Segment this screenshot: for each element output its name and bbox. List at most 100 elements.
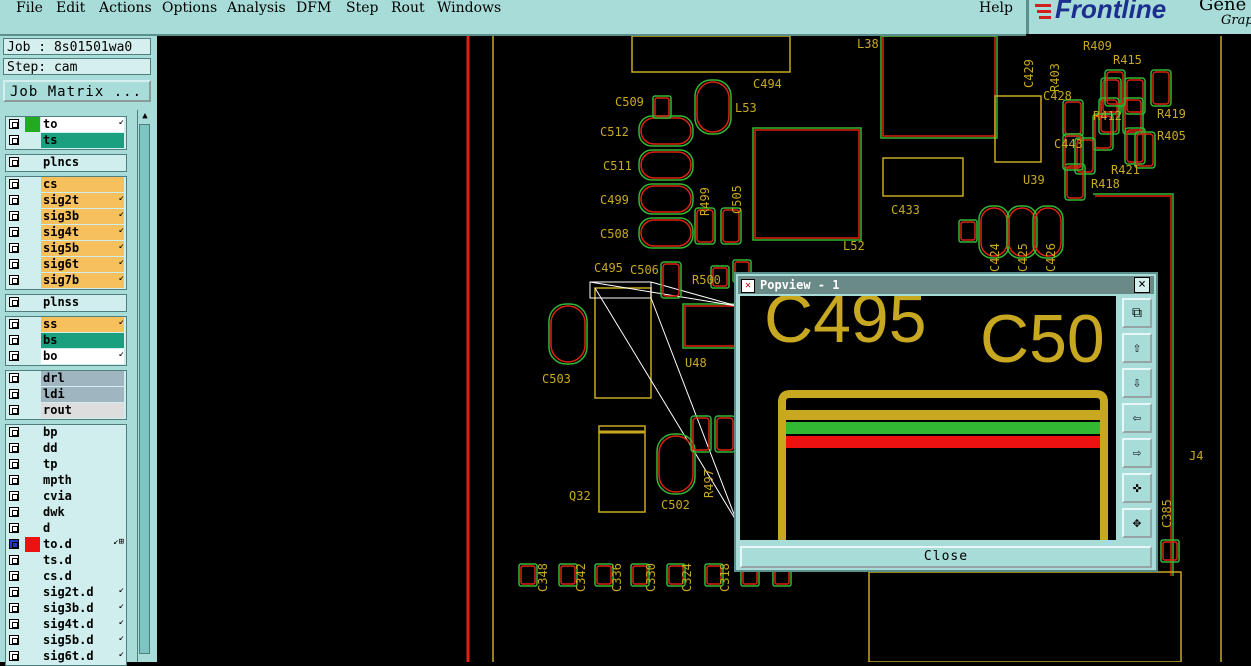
layer-name[interactable]: ts [41, 133, 124, 148]
close-icon[interactable]: × [1134, 277, 1150, 293]
layer-row-dd[interactable]: dd [6, 441, 126, 457]
layer-row-mpth[interactable]: mpth [6, 473, 126, 489]
layer-row-to[interactable]: to ↙ [6, 117, 126, 133]
zoom-out-icon[interactable]: ✥ [1122, 508, 1152, 538]
layer-row-sig2t[interactable]: sig2t ↙ [6, 193, 126, 209]
menu-dfm[interactable]: DFM [296, 0, 331, 16]
window-menu-icon[interactable]: ✕ [741, 279, 755, 293]
popview-zoom-view[interactable]: C495 C50 [740, 296, 1116, 540]
layer-name[interactable]: sig4t [41, 225, 124, 240]
layer-checkbox[interactable] [9, 351, 19, 361]
layer-name[interactable]: sig3b [41, 209, 124, 224]
layer-checkbox[interactable] [9, 227, 19, 237]
layer-row-plncs[interactable]: plncs [6, 155, 126, 171]
layer-row-dwk[interactable]: dwk [6, 505, 126, 521]
layer-name[interactable]: dwk [41, 505, 124, 520]
popview-window[interactable]: ✕ Popview - 1 × C495 C50 ⧉ ⇧ ⇩ ⇦ ⇨ ✜ ✥ C… [734, 272, 1158, 572]
layer-name[interactable]: sig5b [41, 241, 124, 256]
layer-checkbox[interactable] [9, 119, 19, 129]
layer-row-tp[interactable]: tp [6, 457, 126, 473]
layer-name[interactable]: bp [41, 425, 124, 440]
layer-checkbox[interactable] [9, 195, 19, 205]
layer-name[interactable]: to [41, 117, 124, 132]
layer-checkbox[interactable] [9, 539, 19, 549]
layer-name[interactable]: sig4t.d [41, 617, 124, 632]
layer-checkbox[interactable] [9, 603, 19, 613]
layer-checkbox[interactable] [9, 443, 19, 453]
layer-name[interactable]: ts.d [41, 553, 124, 568]
layer-name[interactable]: dd [41, 441, 124, 456]
scroll-thumb[interactable] [139, 124, 150, 654]
layer-row-ts.d[interactable]: ts.d [6, 553, 126, 569]
layer-row-cs[interactable]: cs [6, 177, 126, 193]
layer-row-ss[interactable]: ss ↙ [6, 317, 126, 333]
layer-color-swatch[interactable] [25, 537, 40, 552]
layer-name[interactable]: sig3b.d [41, 601, 124, 616]
layer-name[interactable]: cvia [41, 489, 124, 504]
layer-row-ts[interactable]: ts [6, 133, 126, 149]
layer-name[interactable]: sig5b.d [41, 633, 124, 648]
layer-checkbox[interactable] [9, 555, 19, 565]
layer-checkbox[interactable] [9, 475, 19, 485]
layer-row-rout[interactable]: rout [6, 403, 126, 419]
layer-name[interactable]: ldi [41, 387, 124, 402]
layer-row-sig5b[interactable]: sig5b ↙ [6, 241, 126, 257]
layer-name[interactable]: plncs [41, 155, 124, 170]
job-matrix-button[interactable]: Job Matrix ... [3, 80, 151, 102]
layer-row-to.d[interactable]: to.d ↙⊞ [6, 537, 126, 553]
zoom-in-icon[interactable]: ✜ [1122, 473, 1152, 503]
layer-checkbox[interactable] [9, 635, 19, 645]
menu-help[interactable]: Help [979, 0, 1013, 16]
layer-row-drl[interactable]: drl [6, 371, 126, 387]
layer-name[interactable]: drl [41, 371, 124, 386]
layer-checkbox[interactable] [9, 275, 19, 285]
layer-checkbox[interactable] [9, 243, 19, 253]
layer-checkbox[interactable] [9, 491, 19, 501]
layer-name[interactable]: tp [41, 457, 124, 472]
layer-name[interactable]: sig2t [41, 193, 124, 208]
layer-checkbox[interactable] [9, 523, 19, 533]
layer-row-bo[interactable]: bo ↙ [6, 349, 126, 365]
layer-row-sig6t[interactable]: sig6t ↙ [6, 257, 126, 273]
layer-row-bp[interactable]: bp [6, 425, 126, 441]
layer-checkbox[interactable] [9, 335, 19, 345]
layer-row-cvia[interactable]: cvia [6, 489, 126, 505]
menu-options[interactable]: Options [162, 0, 217, 16]
close-button[interactable]: Close [740, 546, 1152, 568]
layer-checkbox[interactable] [9, 319, 19, 329]
layer-checkbox[interactable] [9, 297, 19, 307]
pan-up-icon[interactable]: ⇧ [1122, 333, 1152, 363]
layer-checkbox[interactable] [9, 619, 19, 629]
layer-name[interactable]: cs.d [41, 569, 124, 584]
layer-name[interactable]: mpth [41, 473, 124, 488]
popview-titlebar[interactable]: ✕ Popview - 1 × [738, 276, 1154, 294]
layer-row-sig4t.d[interactable]: sig4t.d ↙ [6, 617, 126, 633]
layer-row-plnss[interactable]: plnss [6, 295, 126, 311]
layer-name[interactable]: bs [41, 333, 124, 348]
menu-rout[interactable]: Rout [391, 0, 425, 16]
layer-row-bs[interactable]: bs [6, 333, 126, 349]
layer-name[interactable]: sig6t [41, 257, 124, 272]
scroll-up-icon[interactable]: ▲ [139, 110, 151, 123]
layer-row-sig5b.d[interactable]: sig5b.d ↙ [6, 633, 126, 649]
layer-scrollbar[interactable]: ▲ [137, 110, 152, 662]
layer-name[interactable]: bo [41, 349, 124, 364]
menu-file[interactable]: File [16, 0, 43, 16]
layer-checkbox[interactable] [9, 373, 19, 383]
layer-name[interactable]: ss [41, 317, 124, 332]
menu-windows[interactable]: Windows [437, 0, 501, 16]
layer-checkbox[interactable] [9, 179, 19, 189]
menu-actions[interactable]: Actions [99, 0, 152, 16]
layer-checkbox[interactable] [9, 587, 19, 597]
layer-row-ldi[interactable]: ldi [6, 387, 126, 403]
layer-checkbox[interactable] [9, 405, 19, 415]
layer-row-d[interactable]: d [6, 521, 126, 537]
layer-checkbox[interactable] [9, 459, 19, 469]
layer-row-sig7b[interactable]: sig7b ↙ [6, 273, 126, 289]
pan-down-icon[interactable]: ⇩ [1122, 368, 1152, 398]
layer-checkbox[interactable] [9, 389, 19, 399]
layer-name[interactable]: rout [41, 403, 124, 418]
layer-checkbox[interactable] [9, 157, 19, 167]
layer-checkbox[interactable] [9, 651, 19, 661]
layer-name[interactable]: d [41, 521, 124, 536]
